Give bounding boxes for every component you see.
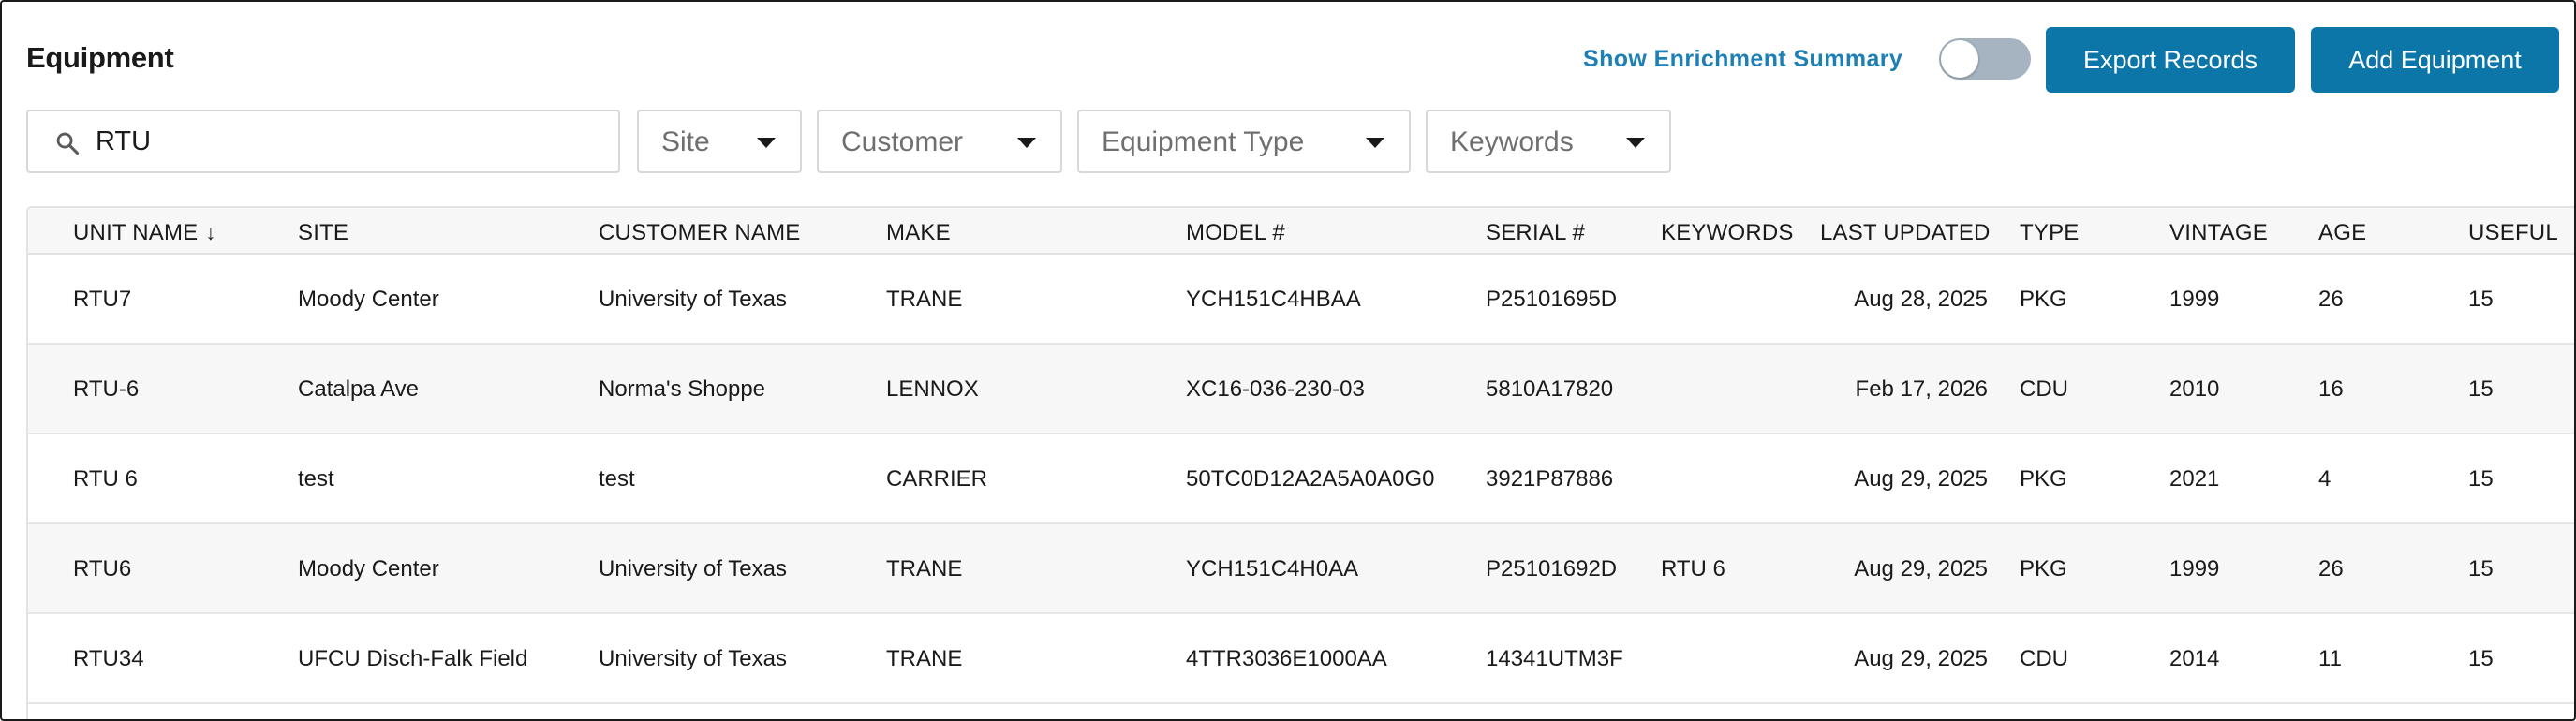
cell-unit-name: RTU6 <box>73 556 132 581</box>
column-header-model[interactable]: MODEL # <box>1186 220 1285 246</box>
cell-model: YCH151C4H0AA <box>1186 556 1359 581</box>
search-input[interactable]: RTU <box>26 110 620 173</box>
column-header-age[interactable]: AGE <box>2318 220 2366 246</box>
column-header-unit-name[interactable]: UNIT NAME ↓ <box>73 220 216 246</box>
cell-unit-name: RTU7 <box>73 287 132 312</box>
chevron-down-icon <box>757 138 776 148</box>
enrichment-summary-toggle[interactable] <box>1939 38 2031 80</box>
cell-age: 4 <box>2318 466 2332 492</box>
cell-model: 4TTR3036E1000AA <box>1186 646 1387 671</box>
column-header-serial[interactable]: SERIAL # <box>1486 220 1585 246</box>
cell-last-updated: Aug 29, 2025 <box>1854 466 1988 492</box>
cell-site: test <box>298 466 334 492</box>
cell-useful: 15 <box>2468 556 2494 581</box>
table-row[interactable]: RTU7 Moody Center University of Texas TRANE… <box>28 255 2574 345</box>
cell-customer-name: Norma's Shoppe <box>599 376 766 402</box>
equipment-table: UNIT NAME ↓ SITE CUSTOMER NAME MAKE MODEL… <box>26 206 2574 719</box>
cell-customer-name: test <box>599 466 635 492</box>
cell-last-updated: Feb 17, 2026 <box>1855 376 1988 402</box>
search-value[interactable]: RTU <box>96 126 151 157</box>
cell-serial: 3921P87886 <box>1486 466 1614 492</box>
cell-vintage: 1999 <box>2169 287 2220 312</box>
table-row[interactable]: RTU6 Moody Center University of Texas TRANE… <box>28 524 2574 614</box>
cell-site: Catalpa Ave <box>298 376 419 402</box>
cell-age: 16 <box>2318 376 2344 402</box>
cell-type: PKG <box>2020 287 2067 312</box>
cell-serial: 5810A17820 <box>1486 376 1614 402</box>
cell-type: CDU <box>2020 646 2068 671</box>
cell-age: 11 <box>2318 646 2342 671</box>
table-header: UNIT NAME ↓ SITE CUSTOMER NAME MAKE MODEL… <box>28 208 2574 255</box>
cell-customer-name: University of Texas <box>599 646 787 671</box>
cell-last-updated: Aug 28, 2025 <box>1854 287 1988 312</box>
cell-last-updated: Aug 29, 2025 <box>1854 556 1988 581</box>
cell-model: YCH151C4HBAA <box>1186 287 1361 312</box>
page-title: Equipment <box>26 41 174 74</box>
keywords-filter-dropdown[interactable]: Keywords <box>1426 110 1671 173</box>
export-records-button[interactable]: Export Records <box>2046 27 2295 93</box>
cell-site: Moody Center <box>298 287 439 312</box>
cell-age: 26 <box>2318 556 2344 581</box>
cell-useful: 15 <box>2468 376 2494 402</box>
chevron-down-icon <box>1017 138 1036 148</box>
equipment-page: Equipment Show Enrichment Summary Export… <box>0 0 2576 721</box>
chevron-down-icon <box>1366 138 1384 148</box>
cell-type: CDU <box>2020 376 2068 402</box>
cell-customer-name: University of Texas <box>599 556 787 581</box>
column-header-make[interactable]: MAKE <box>886 220 951 246</box>
cell-unit-name: RTU34 <box>73 646 144 671</box>
cell-site: Moody Center <box>298 556 439 581</box>
cell-vintage: 2010 <box>2169 376 2220 402</box>
cell-unit-name: RTU 6 <box>73 466 138 492</box>
cell-make: CARRIER <box>886 466 988 492</box>
cell-vintage: 1999 <box>2169 556 2220 581</box>
cell-type: PKG <box>2020 466 2067 492</box>
column-header-site[interactable]: SITE <box>298 220 348 246</box>
cell-age: 26 <box>2318 287 2344 312</box>
cell-unit-name: RTU-6 <box>73 376 140 402</box>
table-row[interactable]: RTU 6 test test CARRIER 50TC0D12A2A5A0A0G0 39… <box>28 434 2574 524</box>
site-filter-label: Site <box>661 126 710 157</box>
cell-useful: 15 <box>2468 287 2494 312</box>
cell-site: UFCU Disch-Falk Field <box>298 646 528 671</box>
column-header-vintage[interactable]: VINTAGE <box>2169 220 2268 246</box>
equipment-type-filter-dropdown[interactable]: Equipment Type <box>1077 110 1411 173</box>
keywords-filter-label: Keywords <box>1450 126 1574 157</box>
cell-make: TRANE <box>886 646 963 671</box>
customer-filter-label: Customer <box>841 126 964 157</box>
cell-keywords: RTU 6 <box>1661 556 1725 581</box>
cell-serial: P25101695D <box>1486 287 1618 312</box>
cell-model: 50TC0D12A2A5A0A0G0 <box>1186 466 1435 492</box>
cell-make: LENNOX <box>886 376 979 402</box>
site-filter-dropdown[interactable]: Site <box>637 110 802 173</box>
cell-customer-name: University of Texas <box>599 287 787 312</box>
cell-last-updated: Aug 29, 2025 <box>1854 646 1988 671</box>
column-header-useful[interactable]: USEFUL <box>2468 220 2558 246</box>
cell-useful: 15 <box>2468 646 2494 671</box>
chevron-down-icon <box>1626 138 1645 148</box>
cell-serial: 14341UTM3F <box>1486 646 1623 671</box>
customer-filter-dropdown[interactable]: Customer <box>817 110 1062 173</box>
cell-serial: P25101692D <box>1486 556 1618 581</box>
cell-useful: 15 <box>2468 466 2494 492</box>
add-equipment-button[interactable]: Add Equipment <box>2311 27 2559 93</box>
cell-make: TRANE <box>886 556 963 581</box>
cell-vintage: 2014 <box>2169 646 2220 671</box>
sort-down-arrow-icon: ↓ <box>205 221 216 244</box>
equipment-type-filter-label: Equipment Type <box>1102 126 1305 157</box>
cell-vintage: 2021 <box>2169 466 2220 492</box>
cell-make: TRANE <box>886 287 963 312</box>
column-header-last-updated[interactable]: LAST UPDATED <box>1820 220 1991 246</box>
search-icon <box>56 132 80 155</box>
table-row[interactable]: RTU34 UFCU Disch-Falk Field University of … <box>28 614 2574 704</box>
show-enrichment-summary-link[interactable]: Show Enrichment Summary <box>1583 46 1902 73</box>
cell-model: XC16-036-230-03 <box>1186 376 1365 402</box>
column-header-keywords[interactable]: KEYWORDS <box>1661 220 1794 246</box>
column-header-customer-name[interactable]: CUSTOMER NAME <box>599 220 801 246</box>
table-row[interactable]: RTU-6 Catalpa Ave Norma's Shoppe LENNOX XC16… <box>28 345 2574 434</box>
cell-type: PKG <box>2020 556 2067 581</box>
toggle-knob <box>1941 40 1978 78</box>
column-header-type[interactable]: TYPE <box>2020 220 2079 246</box>
